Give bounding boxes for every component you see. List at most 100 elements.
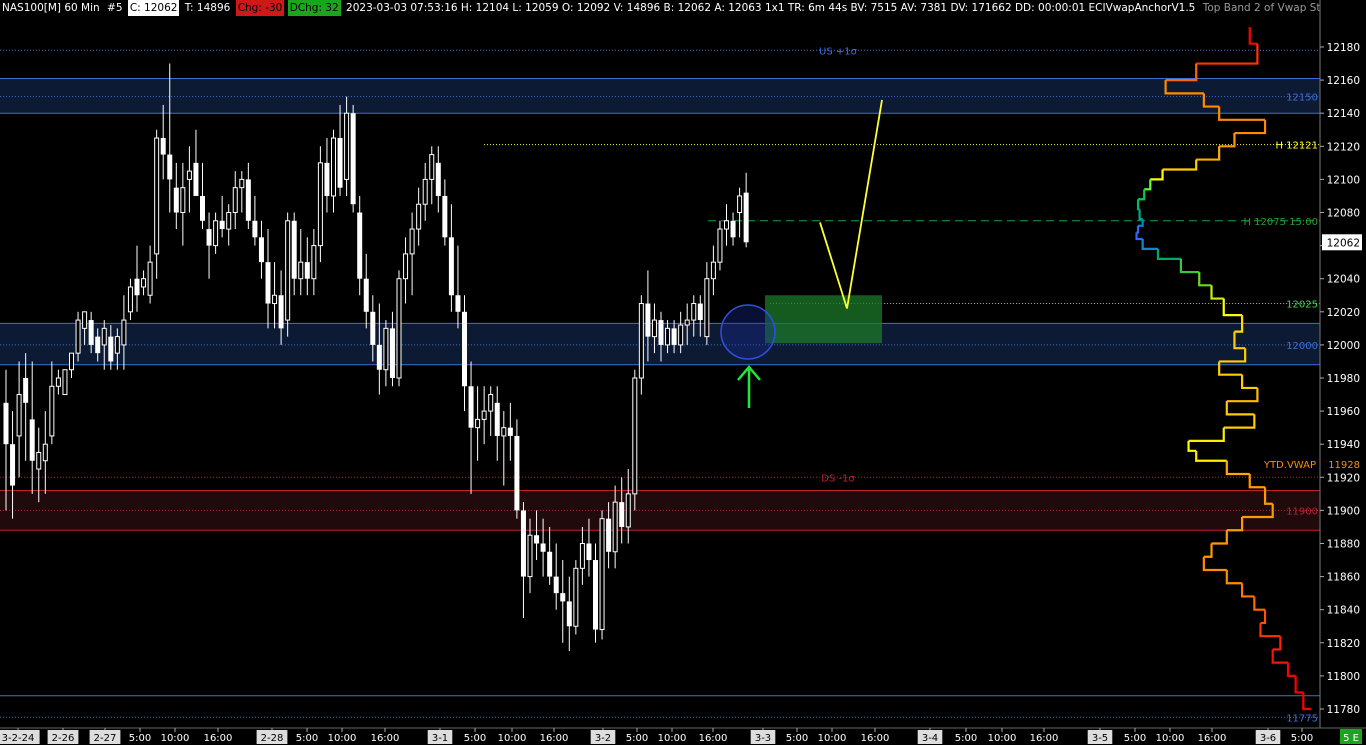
time-tick-label: 10:00 <box>161 733 190 744</box>
candle-body <box>658 320 664 345</box>
candle-body <box>167 154 173 180</box>
profile-segment <box>1210 285 1224 300</box>
candle-body <box>10 444 16 486</box>
candle-body <box>455 295 461 312</box>
time-tick-label: 5:00 <box>129 733 151 744</box>
candle-body <box>429 154 435 180</box>
candle-body <box>540 543 546 552</box>
candle-body <box>619 502 625 527</box>
candle-body <box>265 262 271 304</box>
candle-body <box>422 178 428 205</box>
candle-body <box>337 138 343 188</box>
candle-body <box>389 328 395 378</box>
candle-body <box>154 137 160 255</box>
candle-body <box>200 195 205 221</box>
candle-body <box>219 220 225 230</box>
candle-body <box>331 137 336 197</box>
profile-segment <box>1138 189 1146 201</box>
candle-body <box>697 303 703 321</box>
candle-body <box>573 567 579 627</box>
candle-body <box>311 245 317 280</box>
candle-body <box>278 295 284 329</box>
time-tick-label: 16:00 <box>861 733 890 744</box>
level-label: H 12121 <box>1275 141 1318 152</box>
profile-segment <box>1136 225 1140 234</box>
candle-body <box>435 162 441 196</box>
time-tick-label: 3-4 <box>922 733 938 744</box>
profile-segment <box>1272 636 1282 651</box>
candle-body <box>232 187 238 214</box>
price-tick-label: 11980 <box>1327 373 1360 385</box>
profile-segment <box>1162 159 1198 171</box>
candle-body <box>665 327 671 346</box>
shaded-zones <box>0 78 1320 531</box>
profile-segment <box>1165 63 1198 82</box>
profile-segment <box>1222 298 1243 317</box>
time-tick-label: 5:00 <box>786 733 808 744</box>
candle-body <box>252 220 258 238</box>
price-tick-label: 11820 <box>1327 638 1360 650</box>
price-chart[interactable]: US +1σ 12150 H 12121 H 12075 15:00 12025 1200… <box>0 0 1366 745</box>
time-tick-label: 5:00 <box>955 733 977 744</box>
profile-segment <box>1135 232 1143 241</box>
candle-body <box>95 336 101 354</box>
candle-body <box>527 534 533 578</box>
time-tick-label: 10:00 <box>1156 733 1185 744</box>
price-tick-label: 11880 <box>1327 539 1360 551</box>
candle-body <box>101 327 107 346</box>
candle-body <box>416 203 422 230</box>
candle-body <box>481 410 487 420</box>
candle-body <box>55 377 61 387</box>
profile-segment <box>1150 169 1164 181</box>
level-band <box>0 78 1320 114</box>
price-tick-label: 11900 <box>1327 505 1360 517</box>
candle-body <box>494 402 500 436</box>
level-label: 12025 <box>1286 300 1318 311</box>
level-label: 11900 <box>1286 506 1318 517</box>
ytd-vwap-label: YTD.VWAP <box>1263 460 1316 471</box>
candle-body <box>173 187 179 213</box>
time-tick-label: 3-5 <box>1092 733 1108 744</box>
time-tick-label: 5:00 <box>1291 733 1313 744</box>
target-zone <box>765 295 882 344</box>
profile-segment <box>1253 596 1266 611</box>
profile-segment <box>1141 238 1158 251</box>
candle-body <box>488 394 494 412</box>
candle-body <box>258 237 264 263</box>
candle-body <box>409 228 415 255</box>
candle-body <box>514 435 520 511</box>
candle-body <box>560 593 566 602</box>
candle-body <box>82 311 88 329</box>
profile-segment <box>1196 43 1259 65</box>
level-label: H 12075 15:00 <box>1243 217 1318 228</box>
price-tick-label: 12040 <box>1327 274 1360 286</box>
price-tick-label: 11920 <box>1327 472 1360 484</box>
time-tick-label: 16:00 <box>204 733 233 744</box>
level-label: 12000 <box>1286 341 1318 352</box>
profile-segment <box>1144 179 1152 191</box>
candle-body <box>141 278 147 288</box>
candle-body <box>36 451 42 470</box>
candle-body <box>147 261 153 296</box>
profile-segment <box>1225 569 1243 585</box>
candle-body <box>317 162 323 247</box>
time-tick-label: 16:00 <box>1030 733 1059 744</box>
candle-body <box>245 179 251 221</box>
price-tick-label: 11960 <box>1327 406 1360 418</box>
ytd-vwap-value: 11928 <box>1328 460 1360 471</box>
candle-body <box>678 324 684 346</box>
candle-body <box>49 385 55 437</box>
time-tick-label: 10:00 <box>498 733 527 744</box>
candle-body <box>599 518 605 631</box>
candle-body <box>75 319 81 354</box>
candle-body <box>737 195 743 213</box>
price-tick-label: 12100 <box>1327 174 1360 186</box>
time-tick-label: 16:00 <box>699 733 728 744</box>
time-tick-label: 2-28 <box>261 733 284 744</box>
price-tick-label: 12140 <box>1327 108 1360 120</box>
price-tick-label: 12000 <box>1327 340 1360 352</box>
candle-body <box>16 394 22 437</box>
profile-segment <box>1248 27 1258 45</box>
candle-body <box>724 220 729 230</box>
candle-body <box>23 378 29 403</box>
